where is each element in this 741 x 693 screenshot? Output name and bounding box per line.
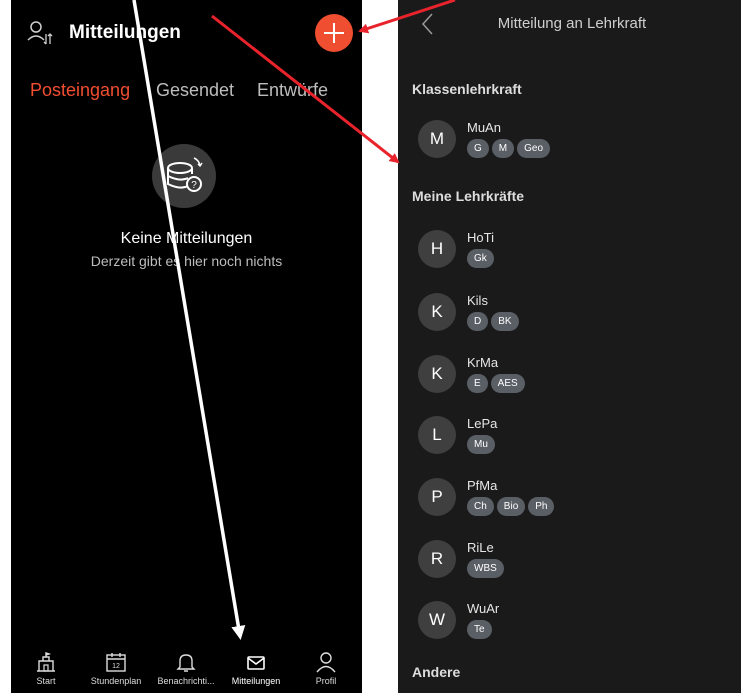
person-sort-icon[interactable] xyxy=(27,20,53,46)
teacher-name: PfMa xyxy=(467,478,498,493)
subject-badge: G xyxy=(467,139,489,158)
subject-badges: D BK xyxy=(467,311,522,331)
bell-icon xyxy=(176,654,196,672)
teacher-name: RiLe xyxy=(467,540,494,555)
empty-state-title: Keine Mitteilungen xyxy=(120,230,253,247)
teacher-select-screen: Mitteilung an Lehrkraft Klassenlehrkraft… xyxy=(398,0,741,693)
subject-badge: AES xyxy=(490,374,525,393)
nav-start-label: Start xyxy=(36,676,56,686)
teacher-name: HoTi xyxy=(467,230,494,245)
subject-badges: Te xyxy=(467,619,495,639)
inbox-header: Mitteilungen xyxy=(11,12,362,54)
teacher-name: LePa xyxy=(467,416,498,431)
section-other: Andere xyxy=(412,664,461,680)
teacher-item[interactable]: K Kils D BK xyxy=(418,293,718,339)
teacher-name: WuAr xyxy=(467,601,500,616)
avatar: W xyxy=(418,601,456,639)
teacher-select-header: Mitteilung an Lehrkraft xyxy=(398,0,741,48)
empty-state-subtitle: Derzeit gibt es hier noch nichts xyxy=(90,253,283,269)
teacher-item[interactable]: R RiLe WBS xyxy=(418,540,718,586)
subject-badges: Gk xyxy=(467,248,497,268)
avatar: P xyxy=(418,478,456,516)
teacher-name: MuAn xyxy=(467,120,501,135)
bottom-navigation: Start 12 Stundenplan Benachrichti... Mit… xyxy=(11,646,362,693)
avatar: H xyxy=(418,230,456,268)
subject-badges: Mu xyxy=(467,434,498,454)
avatar: K xyxy=(418,355,456,393)
svg-text:?: ? xyxy=(191,180,197,191)
teacher-name: KrMa xyxy=(467,355,499,370)
nav-benachrichtigungen[interactable]: Benachrichti... xyxy=(151,646,221,693)
calendar-icon: 12 xyxy=(106,653,126,672)
subject-badges: E AES xyxy=(467,373,528,393)
page-title: Mitteilung an Lehrkraft xyxy=(497,15,647,32)
tab-inbox[interactable]: Posteingang xyxy=(30,80,130,101)
subject-badge: M xyxy=(491,139,515,158)
subject-badge: Mu xyxy=(467,435,495,454)
teacher-item[interactable]: W WuAr Te xyxy=(418,601,718,647)
teacher-item[interactable]: H HoTi Gk xyxy=(418,230,718,276)
nav-mitteilungen[interactable]: Mitteilungen xyxy=(221,646,291,693)
subject-badge: Ph xyxy=(528,497,555,516)
teacher-item[interactable]: L LePa Mu xyxy=(418,416,718,462)
avatar: K xyxy=(418,293,456,331)
subject-badge: Te xyxy=(467,620,492,639)
subject-badge: Gk xyxy=(467,249,494,268)
nav-stundenplan[interactable]: 12 Stundenplan xyxy=(81,646,151,693)
teacher-item[interactable]: M MuAn G M Geo xyxy=(418,120,718,166)
school-icon xyxy=(37,652,55,672)
nav-mitteilungen-label: Mitteilungen xyxy=(231,676,281,686)
teacher-name: Kils xyxy=(467,293,488,308)
mail-icon xyxy=(247,656,265,670)
empty-database-icon: ? xyxy=(152,144,216,208)
person-icon xyxy=(316,652,336,673)
subject-badge: D xyxy=(467,312,489,331)
subject-badge: WBS xyxy=(467,559,504,578)
teacher-item[interactable]: P PfMa Ch Bio Ph xyxy=(418,478,718,524)
new-message-button[interactable] xyxy=(315,14,353,52)
section-class-teacher: Klassenlehrkraft xyxy=(412,81,522,97)
tab-sent[interactable]: Gesendet xyxy=(156,80,234,101)
subject-badges: WBS xyxy=(467,558,507,578)
nav-start[interactable]: Start xyxy=(11,646,81,693)
subject-badges: G M Geo xyxy=(467,138,553,158)
subject-badge: Geo xyxy=(517,139,551,158)
svg-text:12: 12 xyxy=(112,663,120,670)
mail-tabs: Posteingang Gesendet Entwürfe xyxy=(11,80,362,108)
nav-benachrichtigungen-label: Benachrichti... xyxy=(157,676,215,686)
subject-badge: Bio xyxy=(496,497,526,516)
section-my-teachers: Meine Lehrkräfte xyxy=(412,188,525,204)
page-title: Mitteilungen xyxy=(69,22,181,43)
teacher-item[interactable]: K KrMa E AES xyxy=(418,355,718,401)
nav-profil[interactable]: Profil xyxy=(291,646,361,693)
avatar: M xyxy=(418,120,456,158)
nav-stundenplan-label: Stundenplan xyxy=(90,676,142,686)
subject-badges: Ch Bio Ph xyxy=(467,496,557,516)
avatar: L xyxy=(418,416,456,454)
subject-badge: Ch xyxy=(467,497,494,516)
inbox-screen: Mitteilungen Posteingang Gesendet Entwür… xyxy=(11,0,362,693)
tab-drafts[interactable]: Entwürfe xyxy=(257,80,328,101)
subject-badge: E xyxy=(467,374,488,393)
avatar: R xyxy=(418,540,456,578)
subject-badge: BK xyxy=(491,312,519,331)
nav-profil-label: Profil xyxy=(315,676,337,686)
